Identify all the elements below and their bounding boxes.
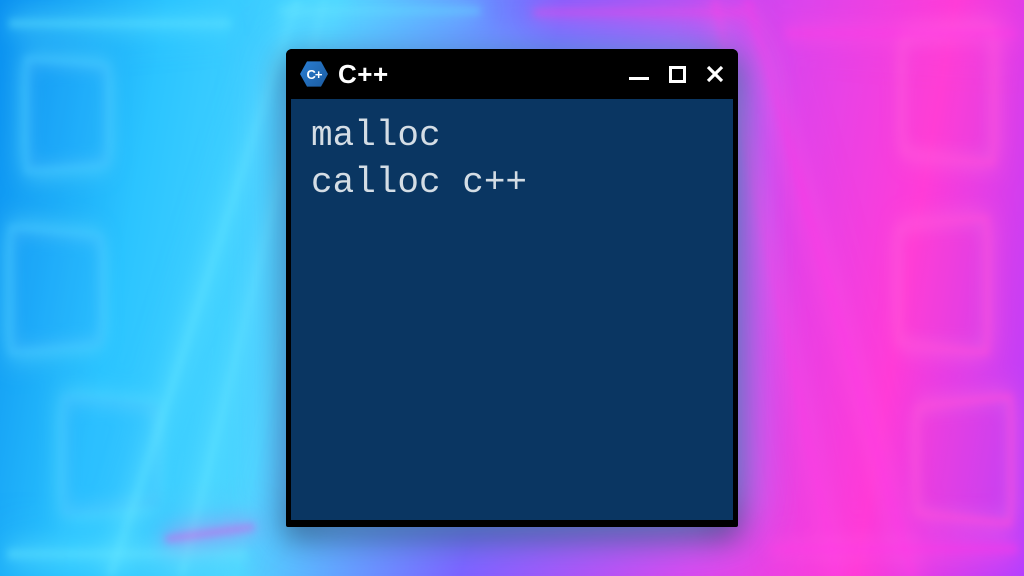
close-icon <box>705 64 725 84</box>
window-title: C++ <box>338 59 628 90</box>
terminal-body[interactable]: malloc calloc c++ <box>291 99 733 520</box>
close-button[interactable] <box>704 63 726 85</box>
terminal-line: calloc c++ <box>311 160 713 207</box>
minimize-icon <box>629 77 649 80</box>
terminal-window: C+ C++ malloc calloc c++ <box>286 49 738 527</box>
window-controls <box>628 63 726 85</box>
cpp-logo-icon: C+ <box>300 58 328 90</box>
terminal-line: malloc <box>311 113 713 160</box>
titlebar[interactable]: C+ C++ <box>286 49 738 99</box>
maximize-icon <box>669 66 686 83</box>
minimize-button[interactable] <box>628 63 650 85</box>
maximize-button[interactable] <box>666 63 688 85</box>
